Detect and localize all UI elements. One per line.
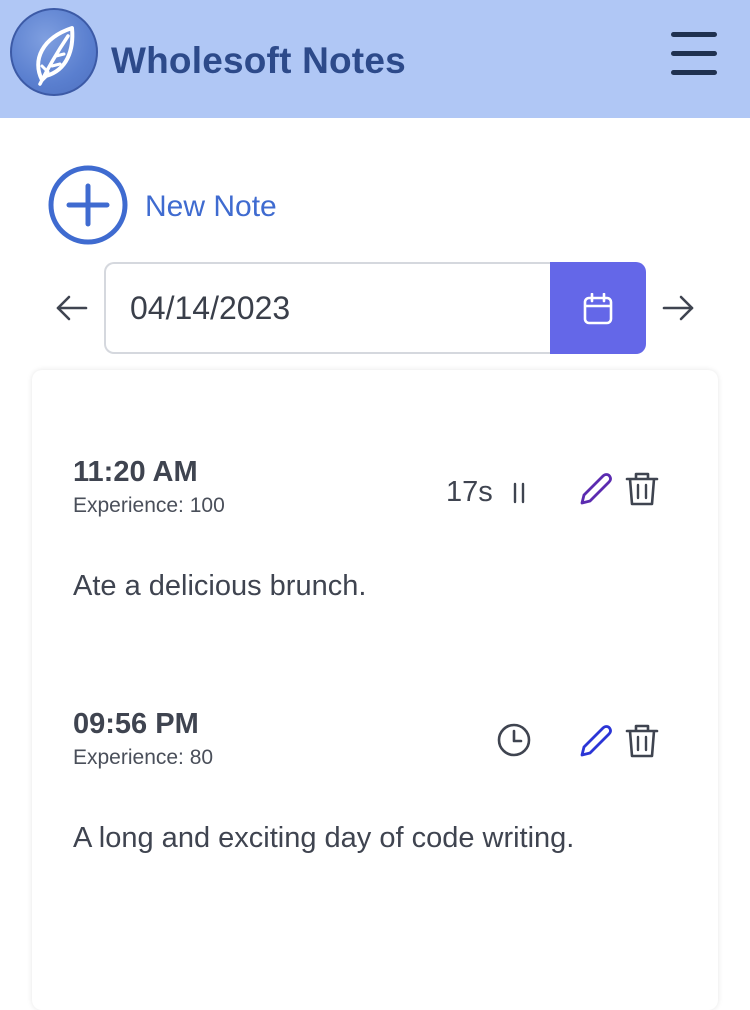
clock-icon bbox=[497, 723, 531, 757]
note-body: A long and exciting day of code writing. bbox=[73, 822, 575, 854]
menu-bar-icon bbox=[671, 32, 717, 37]
edit-note-button[interactable] bbox=[574, 722, 614, 762]
pause-timer-button[interactable] bbox=[508, 478, 530, 506]
hamburger-menu-button[interactable] bbox=[666, 28, 720, 80]
pencil-icon bbox=[580, 725, 612, 757]
menu-bar-icon bbox=[671, 70, 717, 75]
calendar-icon bbox=[583, 293, 613, 325]
note-timer: 17s bbox=[446, 476, 493, 508]
plus-circle-icon bbox=[48, 165, 128, 245]
leaf-logo-icon bbox=[10, 8, 98, 96]
app-title: Wholesoft Notes bbox=[111, 40, 406, 81]
calendar-button[interactable] bbox=[550, 262, 646, 354]
arrow-right-icon bbox=[662, 295, 694, 321]
next-day-button[interactable] bbox=[660, 290, 696, 326]
delete-note-button[interactable] bbox=[624, 722, 660, 760]
trash-icon bbox=[625, 472, 659, 506]
pencil-icon bbox=[580, 473, 612, 505]
start-timer-button[interactable] bbox=[496, 722, 532, 758]
note-time: 09:56 PM bbox=[73, 708, 199, 740]
menu-bar-icon bbox=[671, 51, 717, 56]
pause-icon bbox=[513, 482, 525, 504]
note-time: 11:20 AM bbox=[73, 456, 198, 488]
previous-day-button[interactable] bbox=[54, 290, 90, 326]
note-body: Ate a delicious brunch. bbox=[73, 570, 367, 602]
new-note-label: New Note bbox=[145, 190, 277, 223]
delete-note-button[interactable] bbox=[624, 470, 660, 508]
new-note-button[interactable]: New Note bbox=[47, 164, 307, 246]
note-experience: Experience: 80 bbox=[73, 746, 214, 769]
edit-note-button[interactable] bbox=[574, 470, 614, 510]
note-experience: Experience: 100 bbox=[73, 494, 225, 517]
trash-icon bbox=[625, 724, 659, 758]
app-header: Wholesoft Notes bbox=[0, 0, 750, 118]
arrow-left-icon bbox=[56, 295, 88, 321]
date-input[interactable] bbox=[104, 262, 552, 354]
